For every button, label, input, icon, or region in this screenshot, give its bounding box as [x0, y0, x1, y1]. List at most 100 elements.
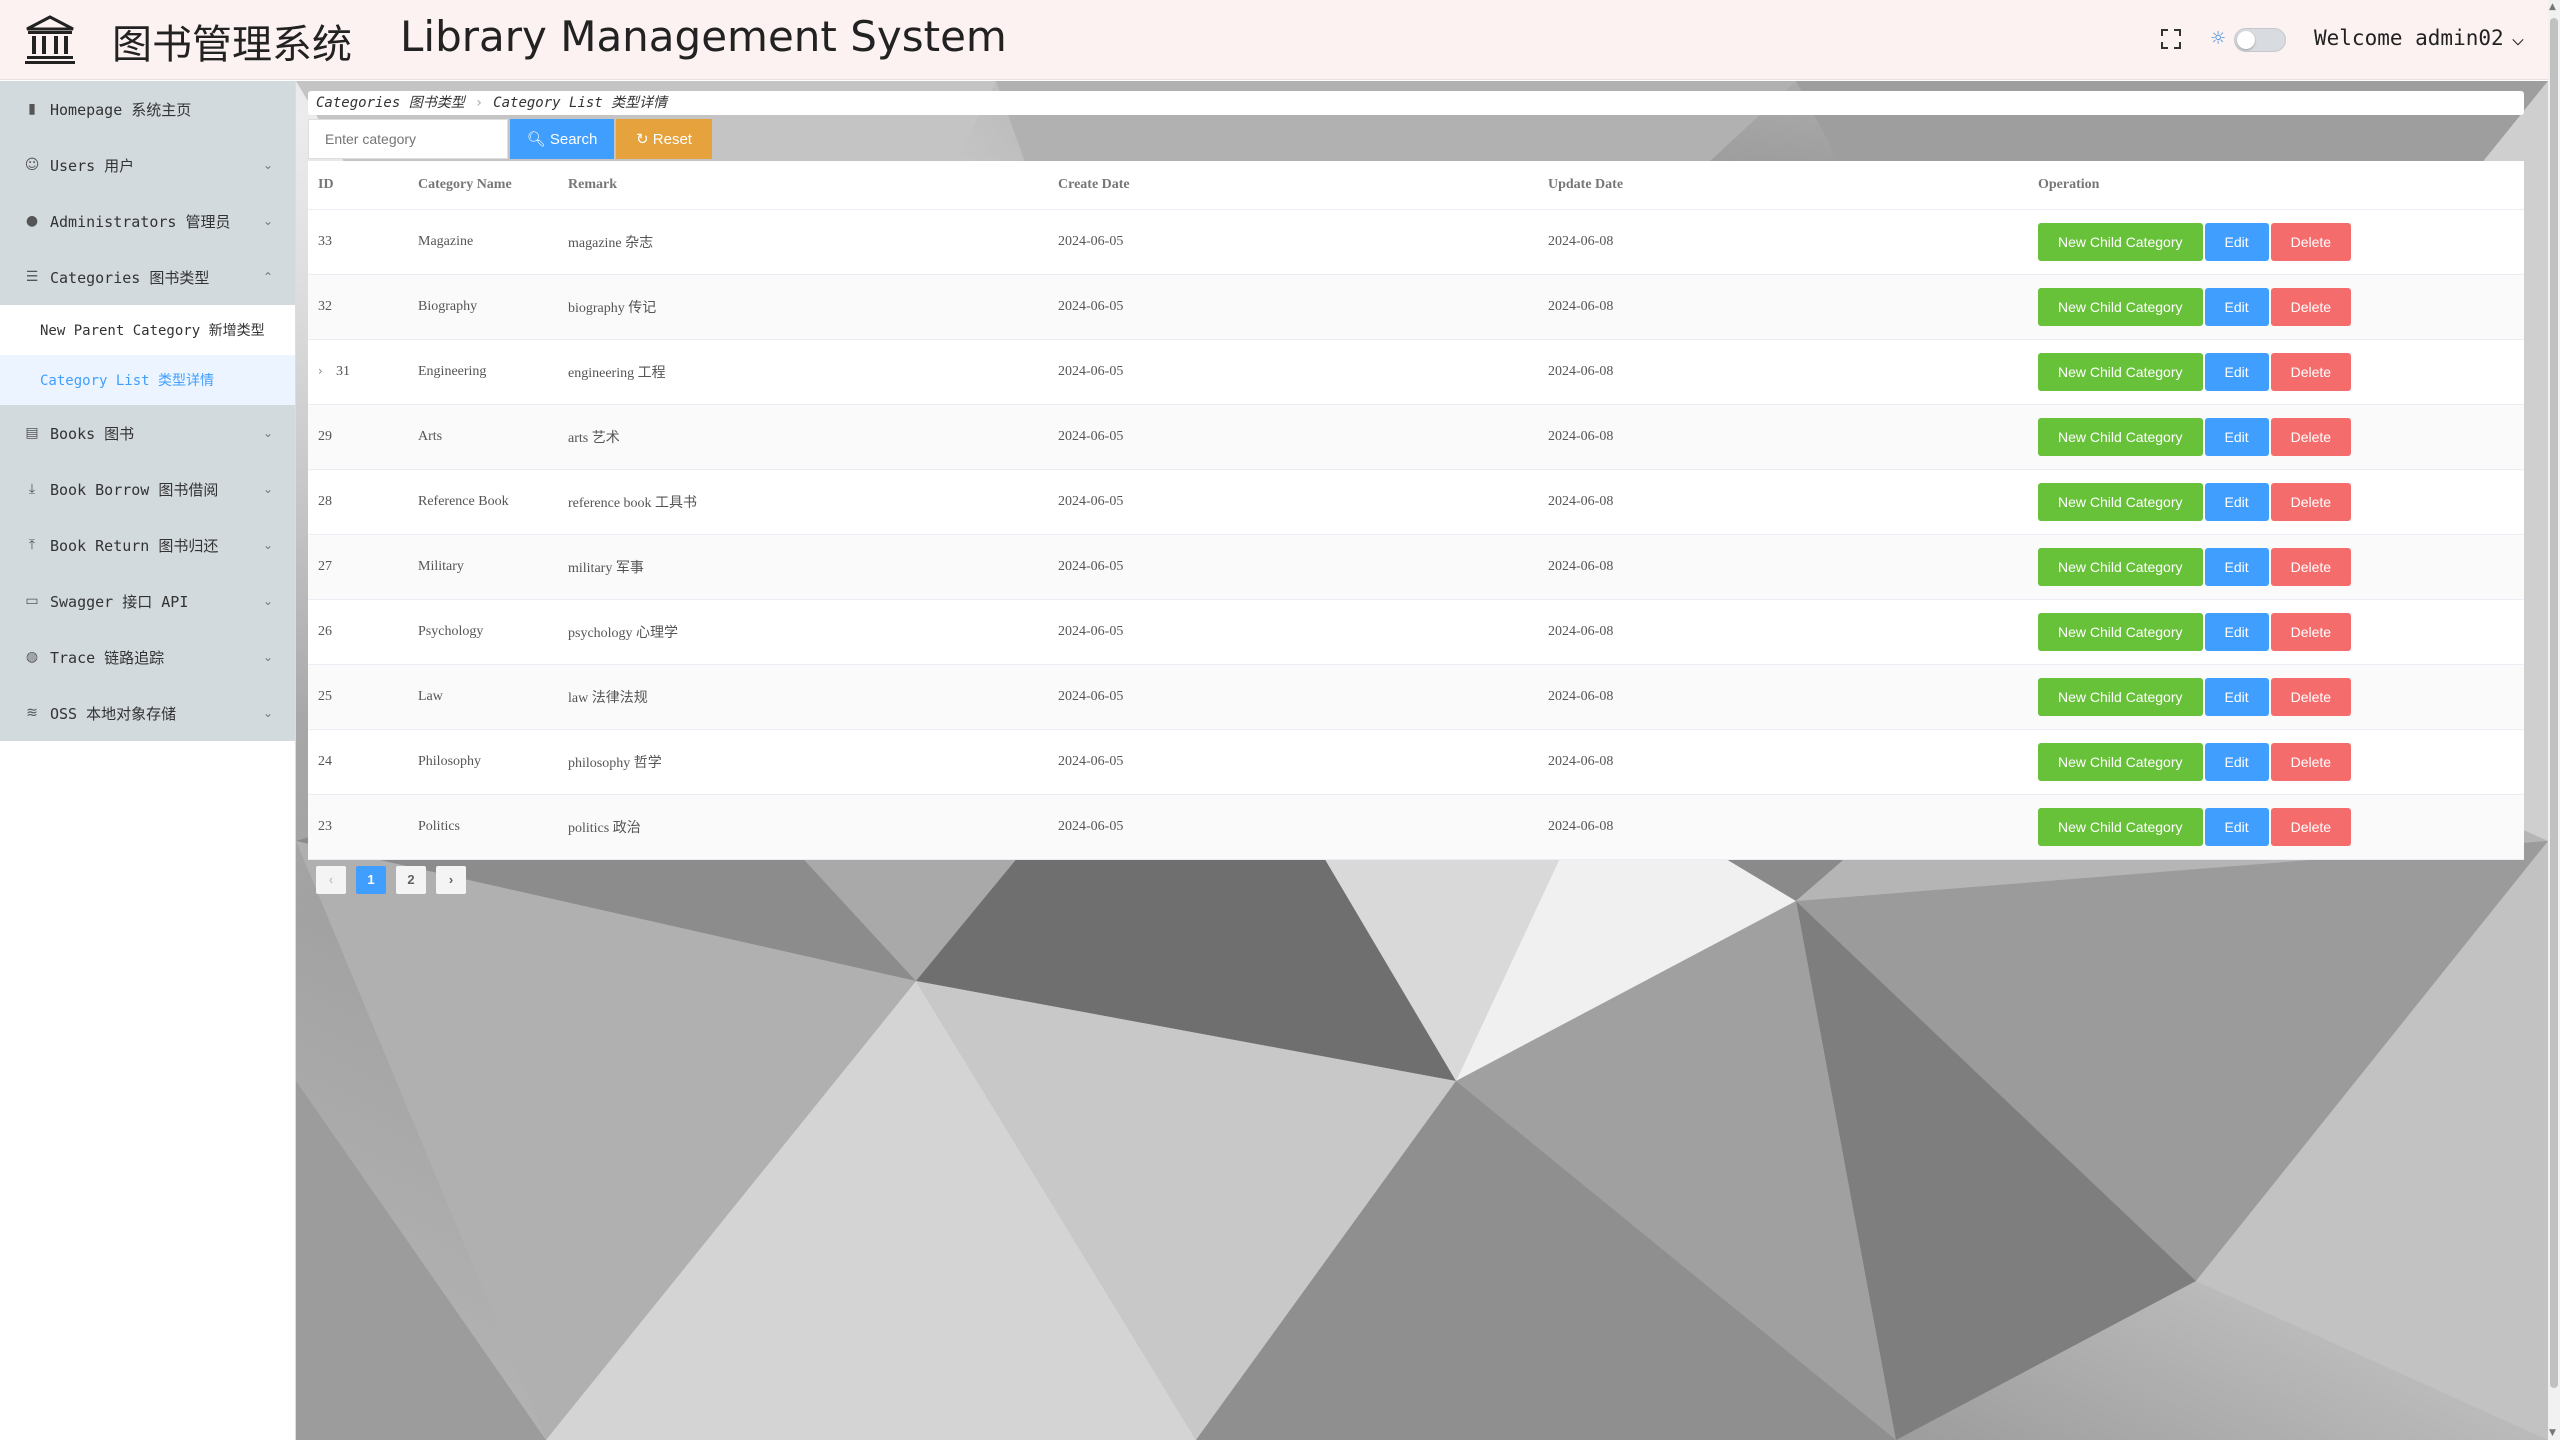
delete-button[interactable]: Delete	[2270, 352, 2352, 391]
reset-button[interactable]: ↻ Reset	[616, 119, 712, 159]
cell-update-date: 2024-06-08	[1538, 274, 2028, 340]
cell-create-date: 2024-06-05	[1048, 274, 1538, 340]
edit-button[interactable]: Edit	[2204, 612, 2269, 651]
breadcrumb: Categories 图书类型 › Category List 类型详情	[308, 91, 2524, 115]
sidebar-subitem-new-parent-category[interactable]: New Parent Category 新增类型	[0, 305, 295, 355]
chevron-down-icon: ⌄	[262, 650, 273, 664]
sidebar-item-label: Categories 图书类型	[50, 268, 210, 287]
table-row: 26 Psychology psychology 心理学 2024-06-05 2024…	[308, 599, 2524, 665]
new-child-category-button[interactable]: New Child Category	[2038, 482, 2203, 521]
edit-button[interactable]: Edit	[2204, 352, 2269, 391]
top-header: 图书管理系统 Library Management System ☼ Welco…	[0, 0, 2548, 80]
delete-button[interactable]: Delete	[2270, 547, 2352, 586]
new-child-category-button[interactable]: New Child Category	[2038, 287, 2203, 326]
edit-button[interactable]: Edit	[2204, 677, 2269, 716]
cell-operation: New Child Category Edit Delete	[2028, 664, 2524, 730]
cell-operation: New Child Category Edit Delete	[2028, 599, 2524, 665]
cell-create-date: 2024-06-05	[1048, 339, 1538, 405]
chevron-down-icon: ⌄	[262, 706, 273, 720]
edit-button[interactable]: Edit	[2204, 547, 2269, 586]
new-child-category-button[interactable]: New Child Category	[2038, 352, 2203, 391]
scroll-up-arrow-icon[interactable]: ▲	[2549, 2, 2556, 12]
breadcrumb-categories[interactable]: Categories 图书类型	[316, 95, 465, 111]
column-header-name: Category Name	[408, 161, 558, 210]
theme-toggle[interactable]	[2234, 28, 2286, 52]
delete-button[interactable]: Delete	[2270, 677, 2352, 716]
delete-button[interactable]: Delete	[2270, 482, 2352, 521]
sidebar-item-trace[interactable]: ◍ Trace 链路追踪 ⌄	[0, 629, 295, 685]
sidebar-item-users[interactable]: ☺ Users 用户 ⌄	[0, 137, 295, 193]
new-child-category-button[interactable]: New Child Category	[2038, 612, 2203, 651]
page-scrollbar[interactable]: ▲ ▼	[2548, 0, 2560, 1440]
page-button-2[interactable]: 2	[396, 866, 426, 894]
sidebar-item-book-return[interactable]: ⤒ Book Return 图书归还 ⌄	[0, 517, 295, 573]
table-row: 28 Reference Book reference book 工具书 2024-0…	[308, 469, 2524, 535]
sidebar: ▮ Homepage 系统主页 ☺ Users 用户 ⌄ ● Administr…	[0, 81, 296, 1440]
sidebar-subitem-category-list[interactable]: Category List 类型详情	[0, 355, 295, 405]
edit-button[interactable]: Edit	[2204, 482, 2269, 521]
delete-button[interactable]: Delete	[2270, 742, 2352, 781]
sidebar-item-categories[interactable]: ☰ Categories 图书类型 ⌃	[0, 249, 295, 305]
prev-page-button[interactable]: ‹	[316, 866, 346, 894]
chevron-down-icon: ⌄	[262, 158, 273, 172]
delete-button[interactable]: Delete	[2270, 612, 2352, 651]
new-child-category-button[interactable]: New Child Category	[2038, 807, 2203, 846]
cell-remark: reference book 工具书	[558, 469, 1048, 535]
cell-remark: engineering 工程	[558, 339, 1048, 405]
category-search-input[interactable]	[308, 119, 508, 159]
cell-create-date: 2024-06-05	[1048, 664, 1538, 730]
table-row: 29 Arts arts 艺术 2024-06-05 2024-06-08 New Chi…	[308, 404, 2524, 470]
cell-id-value: 31	[336, 363, 350, 379]
sidebar-item-administrators[interactable]: ● Administrators 管理员 ⌄	[0, 193, 295, 249]
cell-id-value: 24	[318, 753, 332, 769]
page-button-1[interactable]: 1	[356, 866, 386, 894]
new-child-category-button[interactable]: New Child Category	[2038, 417, 2203, 456]
table-row: 24 Philosophy philosophy 哲学 2024-06-05 2024-…	[308, 729, 2524, 795]
cell-remark: magazine 杂志	[558, 209, 1048, 275]
expand-arrow-icon[interactable]: ›	[318, 364, 332, 378]
next-page-button[interactable]: ›	[436, 866, 466, 894]
edit-button[interactable]: Edit	[2204, 287, 2269, 326]
new-child-category-button[interactable]: New Child Category	[2038, 547, 2203, 586]
scrollbar-thumb[interactable]	[2550, 18, 2558, 1388]
edit-button[interactable]: Edit	[2204, 222, 2269, 261]
cell-id-value: 25	[318, 688, 332, 704]
app-title-cn: 图书管理系统	[112, 22, 352, 68]
new-child-category-button[interactable]: New Child Category	[2038, 742, 2203, 781]
cell-category-name: Philosophy	[408, 729, 558, 795]
delete-button[interactable]: Delete	[2270, 287, 2352, 326]
sidebar-item-books[interactable]: ▤ Books 图书 ⌄	[0, 405, 295, 461]
cell-update-date: 2024-06-08	[1538, 664, 2028, 730]
cell-create-date: 2024-06-05	[1048, 534, 1538, 600]
edit-button[interactable]: Edit	[2204, 417, 2269, 456]
column-header-operation: Operation	[2028, 161, 2524, 210]
sidebar-item-swagger[interactable]: ▭ Swagger 接口 API ⌄	[0, 573, 295, 629]
new-child-category-button[interactable]: New Child Category	[2038, 677, 2203, 716]
sidebar-item-label: Trace 链路追踪	[50, 648, 165, 667]
table-row: 25 Law law 法律法规 2024-06-05 2024-06-08 New Chi…	[308, 664, 2524, 730]
cell-category-name: Arts	[408, 404, 558, 470]
cell-category-name: Magazine	[408, 209, 558, 275]
scroll-down-arrow-icon[interactable]: ▼	[2549, 1428, 2556, 1438]
sun-icon: ☼	[2210, 28, 2227, 49]
table-row: 32 Biography biography 传记 2024-06-05 2024-06…	[308, 274, 2524, 340]
pagination: ‹ 1 2 ›	[316, 866, 466, 894]
delete-button[interactable]: Delete	[2270, 417, 2352, 456]
edit-button[interactable]: Edit	[2204, 807, 2269, 846]
delete-button[interactable]: Delete	[2270, 222, 2352, 261]
sidebar-item-book-borrow[interactable]: ⤓ Book Borrow 图书借阅 ⌄	[0, 461, 295, 517]
edit-button[interactable]: Edit	[2204, 742, 2269, 781]
globe-icon: ◍	[25, 649, 39, 665]
user-menu[interactable]: Welcome admin02 ⌵	[2314, 26, 2524, 50]
new-child-category-button[interactable]: New Child Category	[2038, 222, 2203, 261]
cell-id-value: 28	[318, 493, 332, 509]
fullscreen-icon[interactable]	[2160, 28, 2182, 50]
sidebar-item-label: Homepage 系统主页	[50, 100, 192, 119]
cell-update-date: 2024-06-08	[1538, 404, 2028, 470]
cell-id: › 31	[308, 339, 408, 405]
sidebar-item-oss[interactable]: ≋ OSS 本地对象存储 ⌄	[0, 685, 295, 741]
reset-button-label: Reset	[652, 131, 692, 148]
delete-button[interactable]: Delete	[2270, 807, 2352, 846]
search-button[interactable]: 🔍︎ Search	[510, 119, 614, 159]
sidebar-item-homepage[interactable]: ▮ Homepage 系统主页	[0, 81, 295, 137]
